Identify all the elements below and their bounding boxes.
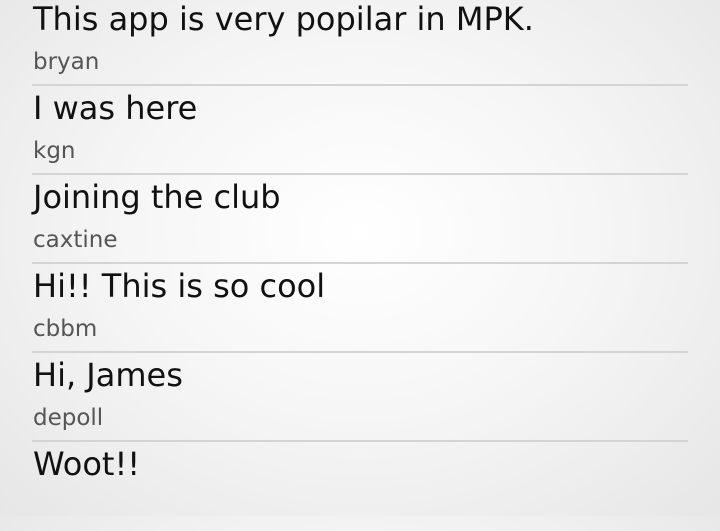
post-text: I was here (33, 89, 198, 127)
post-item[interactable]: I was here kgn (32, 86, 688, 175)
post-feed: This app is very popilar in MPK. bryan I… (0, 0, 720, 516)
post-text: Woot!! (33, 445, 141, 483)
post-item[interactable]: Joining the club caxtine (32, 175, 688, 264)
post-username: depoll (33, 405, 104, 431)
post-item[interactable]: This app is very popilar in MPK. bryan (32, 0, 688, 86)
post-text: This app is very popilar in MPK. (33, 0, 534, 38)
post-item[interactable]: Hi, James depoll (32, 353, 688, 442)
post-username: cbbm (33, 316, 98, 342)
post-text: Hi, James (33, 356, 183, 394)
post-username: bryan (33, 49, 100, 75)
post-item[interactable]: Woot!! (32, 442, 688, 531)
post-username: caxtine (33, 227, 118, 253)
post-text: Hi!! This is so cool (33, 267, 326, 305)
post-text: Joining the club (33, 178, 281, 216)
post-item[interactable]: Hi!! This is so cool cbbm (32, 264, 688, 353)
post-username: kgn (33, 138, 76, 164)
